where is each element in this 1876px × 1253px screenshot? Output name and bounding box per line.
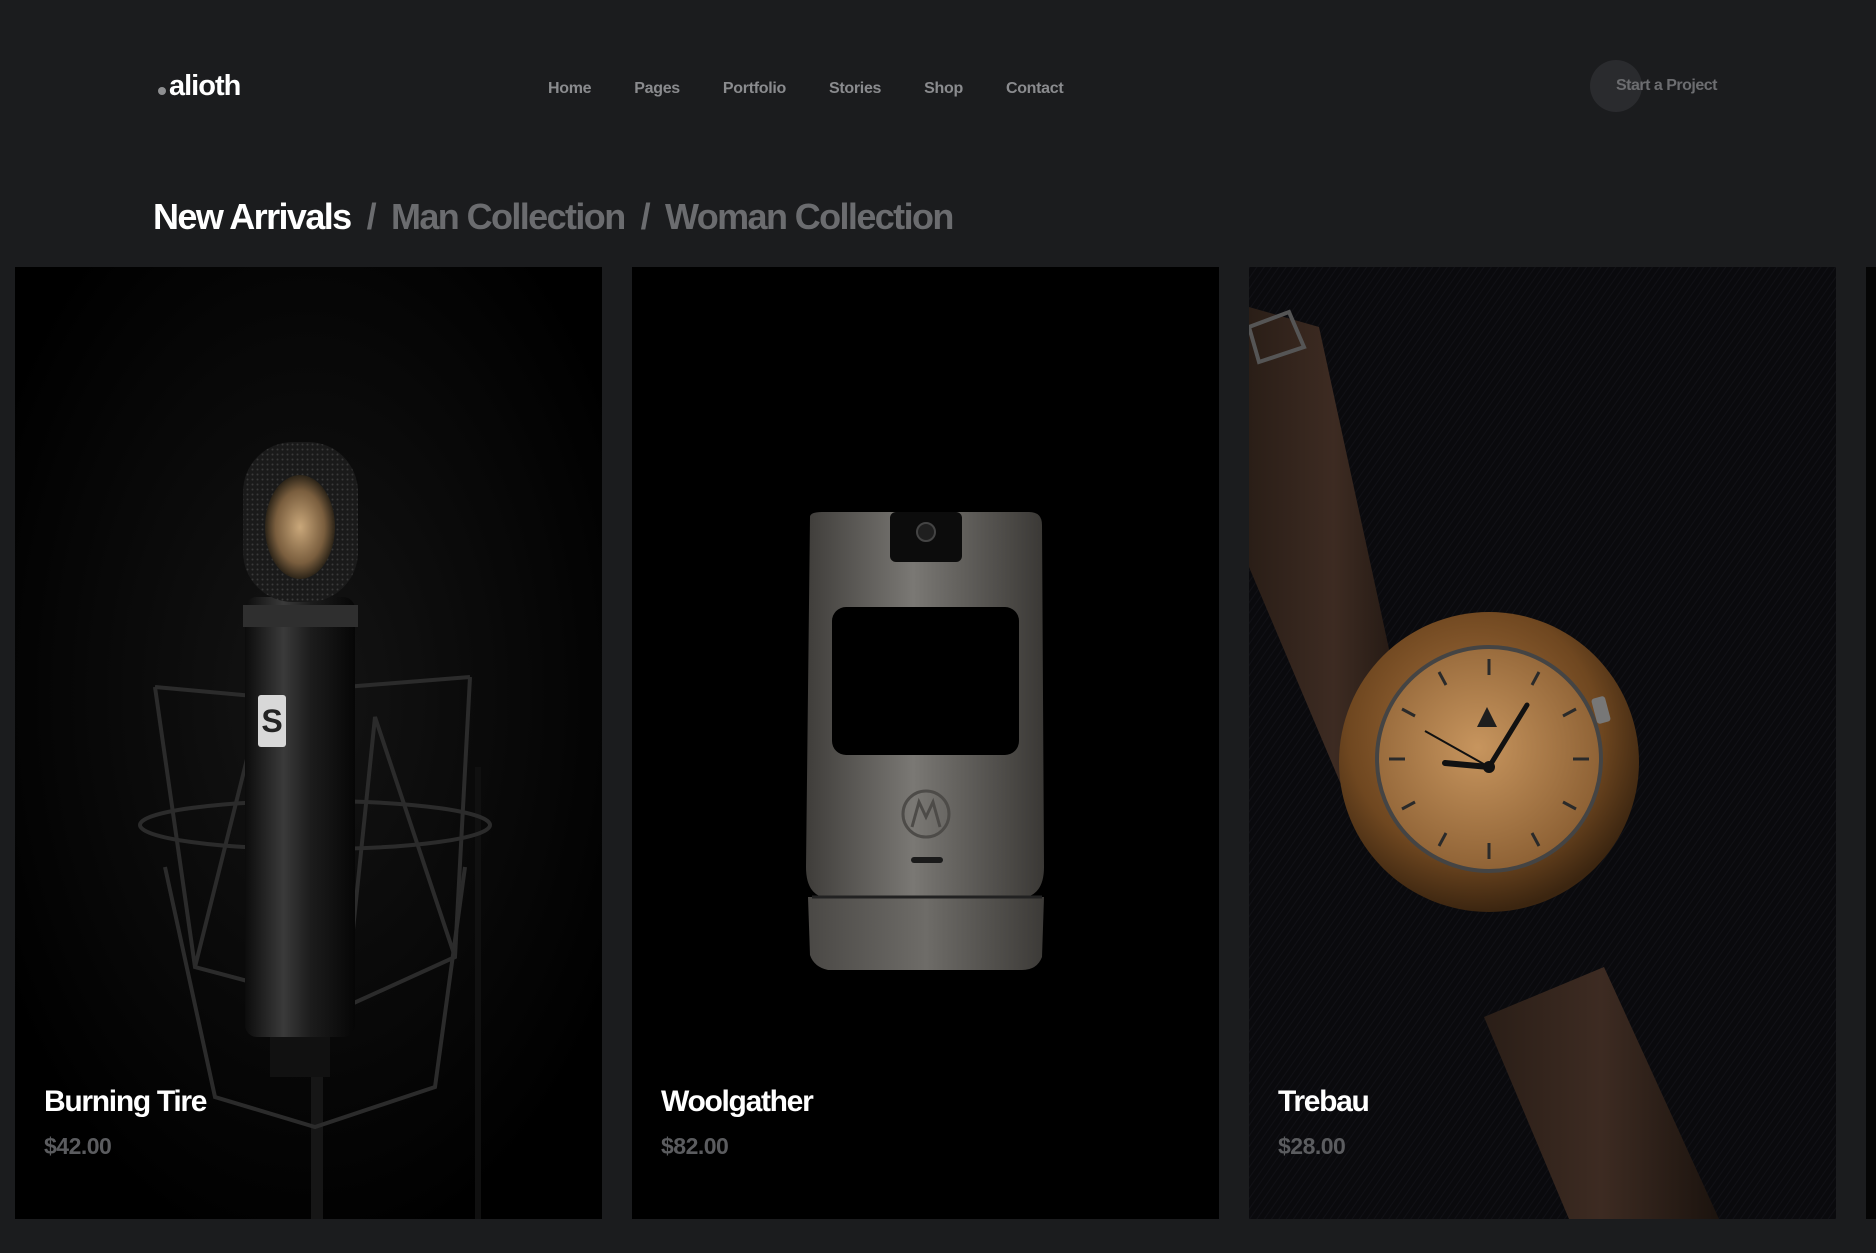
main-nav: Home Pages Portfolio Stories Shop Contac… — [548, 80, 1106, 98]
start-project-button[interactable]: Start a Project — [1590, 60, 1770, 112]
product-price: $42.00 — [44, 1133, 112, 1159]
nav-item-shop[interactable]: Shop — [924, 80, 963, 98]
nav-item-portfolio[interactable]: Portfolio — [723, 80, 786, 98]
product-card[interactable]: S Burning Tire $42.00 — [15, 267, 602, 1219]
product-grid: S Burning Tire $42.00 Woolgather $82.00 … — [15, 267, 1876, 1219]
product-name: Woolgather — [661, 1085, 814, 1118]
site-header: alioth Home Pages Portfolio Stories Shop… — [0, 0, 1876, 170]
nav-item-pages[interactable]: Pages — [634, 80, 680, 98]
collection-tabs: New Arrivals / Man Collection / Woman Co… — [153, 196, 954, 238]
cta-label: Start a Project — [1616, 77, 1717, 94]
logo-dot-icon — [158, 87, 166, 95]
tab-separator: / — [640, 196, 651, 237]
brand-name: alioth — [169, 70, 241, 102]
svg-text:S: S — [261, 703, 282, 739]
product-card[interactable]: Woolgather $82.00 — [632, 267, 1219, 1219]
microphone-image: S — [15, 267, 602, 1219]
product-price: $82.00 — [661, 1133, 729, 1159]
tab-separator: / — [366, 196, 377, 237]
tab-woman-collection[interactable]: Woman Collection — [665, 196, 954, 238]
tab-new-arrivals[interactable]: New Arrivals — [153, 196, 352, 238]
product-name: Burning Tire — [44, 1085, 208, 1118]
wooden-watch-image — [1249, 267, 1836, 1219]
nav-item-stories[interactable]: Stories — [829, 80, 881, 98]
tab-man-collection[interactable]: Man Collection — [391, 196, 626, 238]
flip-phone-image — [632, 267, 1219, 1219]
product-card[interactable]: Trebau $28.00 — [1249, 267, 1836, 1219]
brand-logo[interactable]: alioth — [158, 70, 241, 103]
nav-item-contact[interactable]: Contact — [1006, 80, 1064, 98]
product-card-partial[interactable] — [1866, 267, 1876, 1219]
nav-item-home[interactable]: Home — [548, 80, 592, 98]
product-price: $28.00 — [1278, 1133, 1346, 1159]
product-name: Trebau — [1278, 1085, 1370, 1118]
